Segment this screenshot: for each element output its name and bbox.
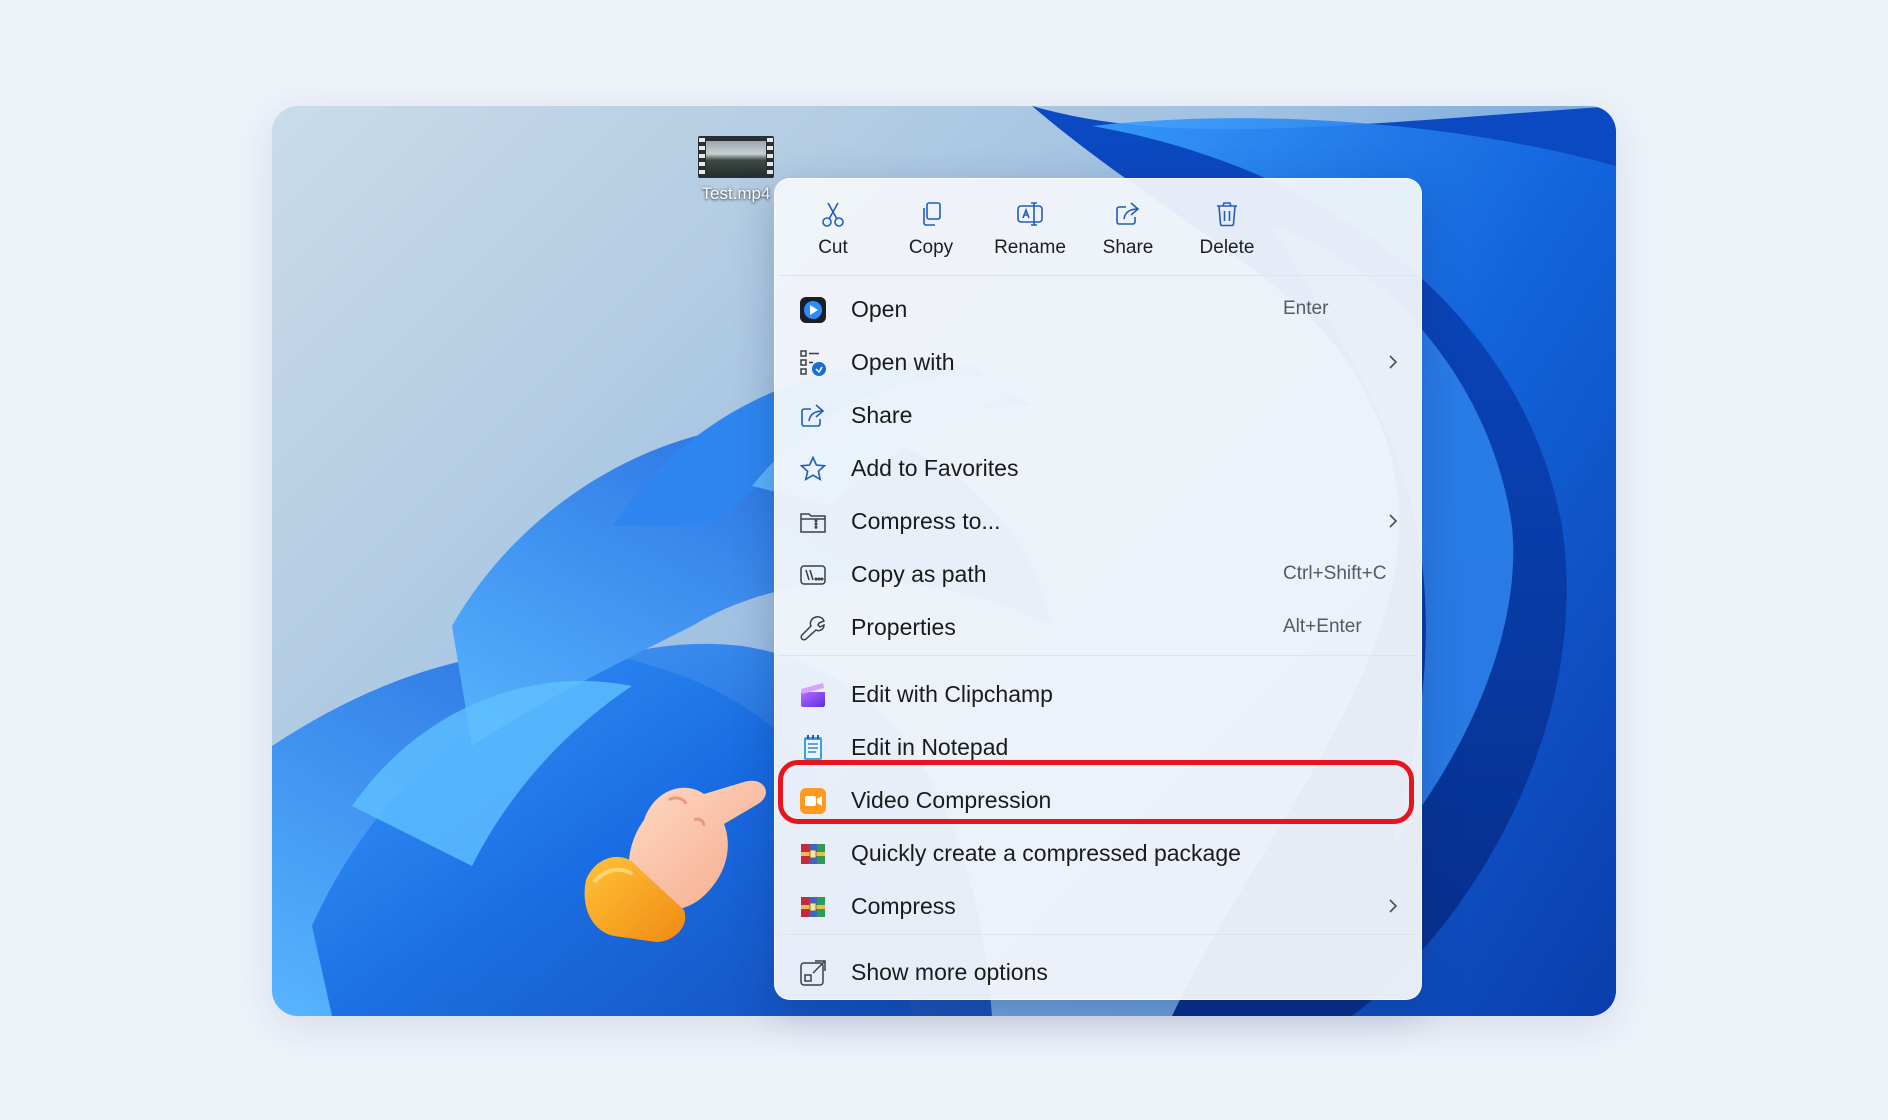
zip-folder-icon bbox=[799, 508, 827, 536]
pointing-hand-icon bbox=[584, 780, 766, 942]
menu-divider bbox=[779, 934, 1417, 935]
menu-item-label: Add to Favorites bbox=[851, 454, 1019, 481]
menu-item-share[interactable]: Share bbox=[781, 390, 1415, 440]
media-player-icon bbox=[799, 296, 827, 324]
shortcut-text: Ctrl+Shift+C bbox=[1283, 563, 1387, 584]
menu-item-open[interactable]: Open Enter bbox=[781, 284, 1415, 334]
show-more-icon bbox=[799, 959, 827, 987]
menu-item-copy-as-path[interactable]: Copy as path Ctrl+Shift+C bbox=[781, 549, 1415, 599]
menu-item-show-more-options[interactable]: Show more options bbox=[781, 947, 1415, 997]
menu-item-compress[interactable]: Compress bbox=[781, 881, 1415, 931]
context-menu: Cut Copy Rename Share Delete Open Enter … bbox=[774, 178, 1422, 1000]
menu-item-compress-to[interactable]: Compress to... bbox=[781, 496, 1415, 546]
rename-button[interactable]: Rename bbox=[984, 193, 1076, 265]
menu-item-label: Properties bbox=[851, 613, 956, 640]
shortcut-text: Enter bbox=[1283, 298, 1329, 319]
trash-icon bbox=[1217, 202, 1237, 227]
menu-item-label: Quickly create a compressed package bbox=[851, 839, 1241, 866]
menu-item-label: Edit with Clipchamp bbox=[851, 680, 1053, 707]
share-icon bbox=[799, 402, 827, 430]
menu-item-label: Edit in Notepad bbox=[851, 733, 1009, 760]
menu-item-add-to-favorites[interactable]: Add to Favorites bbox=[781, 443, 1415, 493]
menu-item-label: Open with bbox=[851, 348, 955, 375]
cut-button[interactable]: Cut bbox=[787, 193, 879, 265]
cut-label: Cut bbox=[818, 237, 848, 258]
menu-item-quickly-create-compressed-package[interactable]: Quickly create a compressed package bbox=[781, 828, 1415, 878]
context-menu-toolbar: Cut Copy Rename Share Delete bbox=[775, 179, 1421, 275]
video-compression-icon bbox=[799, 787, 827, 815]
video-thumbnail-scene bbox=[706, 141, 766, 173]
menu-item-label: Share bbox=[851, 401, 913, 428]
archive-icon bbox=[799, 893, 827, 921]
delete-button[interactable]: Delete bbox=[1181, 193, 1273, 265]
wrench-icon bbox=[799, 614, 827, 642]
menu-item-label: Show more options bbox=[851, 958, 1048, 985]
menu-item-label: Video Compression bbox=[851, 786, 1052, 813]
chevron-right-icon bbox=[1389, 899, 1398, 913]
copy-icon bbox=[923, 202, 941, 226]
menu-item-label: Copy as path bbox=[851, 560, 987, 587]
path-icon bbox=[799, 561, 827, 589]
menu-item-label: Compress bbox=[851, 892, 956, 919]
share-label: Share bbox=[1102, 237, 1154, 258]
scissors-icon bbox=[822, 202, 844, 227]
rename-label: Rename bbox=[994, 237, 1066, 258]
file-name-label: Test.mp4 bbox=[701, 184, 771, 203]
menu-item-open-with[interactable]: Open with bbox=[781, 337, 1415, 387]
menu-item-label: Open bbox=[851, 295, 908, 322]
delete-label: Delete bbox=[1199, 237, 1255, 258]
chevron-right-icon bbox=[1389, 514, 1398, 528]
menu-item-properties[interactable]: Properties Alt+Enter bbox=[781, 602, 1415, 652]
copy-button[interactable]: Copy bbox=[885, 193, 977, 265]
film-holes-right bbox=[767, 138, 773, 176]
menu-item-video-compression[interactable]: Video Compression bbox=[781, 775, 1415, 825]
menu-item-label: Compress to... bbox=[851, 507, 1001, 534]
menu-item-edit-with-clipchamp[interactable]: Edit with Clipchamp bbox=[781, 669, 1415, 719]
video-file-thumbnail-icon bbox=[698, 136, 774, 178]
menu-item-edit-in-notepad[interactable]: Edit in Notepad bbox=[781, 722, 1415, 772]
desktop-file[interactable]: Test.mp4 bbox=[686, 136, 786, 204]
menu-divider bbox=[779, 275, 1417, 276]
clipchamp-icon bbox=[799, 681, 827, 709]
notepad-icon bbox=[799, 734, 827, 762]
shortcut-text: Alt+Enter bbox=[1283, 616, 1362, 637]
menu-divider bbox=[779, 655, 1417, 656]
film-holes-left bbox=[699, 138, 705, 176]
star-icon bbox=[799, 455, 827, 483]
archive-icon bbox=[799, 840, 827, 868]
share-button[interactable]: Share bbox=[1082, 193, 1174, 265]
share-icon bbox=[1116, 202, 1140, 225]
copy-label: Copy bbox=[908, 237, 954, 258]
rename-icon bbox=[1017, 202, 1043, 226]
chevron-right-icon bbox=[1389, 355, 1398, 369]
open-with-icon bbox=[799, 349, 827, 377]
